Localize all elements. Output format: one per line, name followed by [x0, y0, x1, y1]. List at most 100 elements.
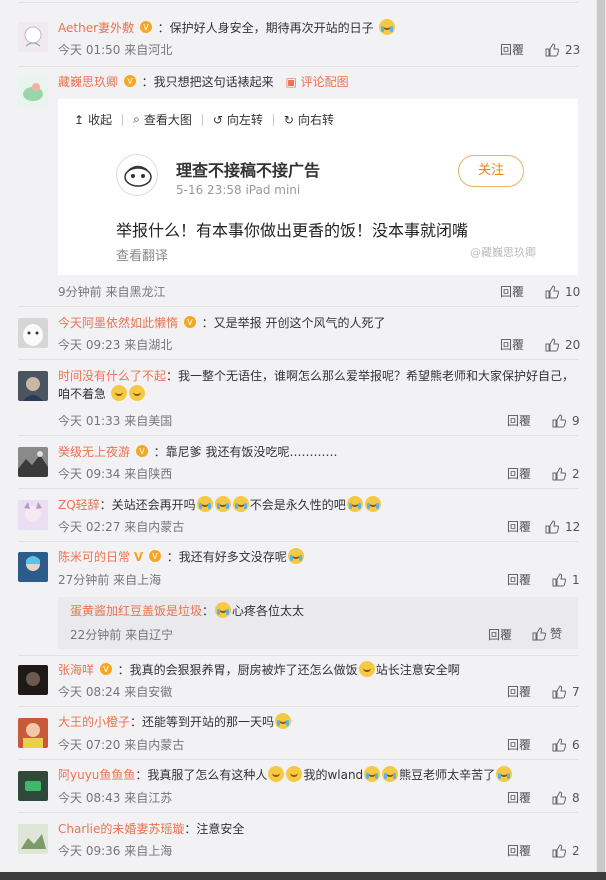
- comment-meta: 今天 01:50 来自河北: [58, 43, 173, 57]
- thumbs-up-icon: [532, 626, 546, 640]
- username-link[interactable]: 蛋黄酱加红豆盖饭是垃圾: [70, 604, 202, 618]
- like-button[interactable]: 1: [552, 572, 580, 588]
- like-button[interactable]: 2: [552, 843, 580, 859]
- sub-reply-body: ：: [202, 604, 215, 618]
- username-link[interactable]: 今天阿墨依然如此懒惰: [58, 316, 178, 330]
- comment-body: ：我只想把这句话裱起来: [141, 75, 274, 89]
- like-count: 12: [565, 520, 581, 534]
- reply-button[interactable]: 回覆: [507, 413, 531, 429]
- avatar[interactable]: [18, 318, 48, 348]
- like-count: 2: [572, 844, 580, 858]
- divider: [18, 488, 578, 489]
- reply-button[interactable]: 回覆: [507, 737, 531, 753]
- username-link[interactable]: 癸级无上夜游: [58, 445, 130, 459]
- rotate-left-button[interactable]: ↺ 向左转: [213, 111, 263, 128]
- crying-emoji-icon: [364, 496, 381, 512]
- like-button[interactable]: 10: [545, 284, 580, 300]
- reply-button[interactable]: 回覆: [507, 684, 531, 700]
- comment-body: ：注意安全: [184, 822, 245, 836]
- comment-meta: 27分钟前 来自上海: [58, 573, 162, 587]
- thumbs-up-icon: [552, 738, 566, 752]
- avatar[interactable]: [18, 771, 48, 801]
- divider: [18, 2, 578, 3]
- reply-button[interactable]: 回覆: [500, 337, 524, 353]
- crying-emoji-icon: [346, 496, 363, 512]
- like-count: 6: [572, 738, 580, 752]
- reply-button[interactable]: 回覆: [507, 790, 531, 806]
- like-count: 8: [572, 791, 580, 805]
- username-link[interactable]: 张海咩: [58, 663, 94, 677]
- thumbs-up-icon: [552, 573, 566, 587]
- verified-v-icon: V: [133, 550, 144, 564]
- view-large-button[interactable]: ⌕ 查看大图: [133, 111, 192, 128]
- crying-emoji-icon: [287, 548, 304, 564]
- reply-button[interactable]: 回覆: [507, 519, 531, 535]
- reply-button[interactable]: 回覆: [500, 42, 524, 58]
- image-icon: ▣: [285, 75, 301, 89]
- svg-text:V: V: [127, 77, 133, 86]
- avatar[interactable]: [18, 371, 48, 401]
- svg-text:V: V: [103, 665, 109, 674]
- username-link[interactable]: 阿yuyu鱼鱼鱼: [58, 768, 135, 782]
- username-link[interactable]: 大王的小橙子: [58, 715, 130, 729]
- reply-button[interactable]: 回覆: [507, 572, 531, 588]
- image-toolbar: ↥ 收起 ⌕ 查看大图 ↺ 向左转 ↻ 向右转: [74, 111, 334, 128]
- avatar[interactable]: [18, 552, 48, 582]
- comment-text: ZQ轻辞：关站还会再开吗 不会是永久性的吧: [58, 496, 576, 514]
- comment-text: 陈米可的日常 V V ：我还有好多文没存呢: [58, 548, 576, 566]
- translate-link: 查看翻译: [116, 249, 169, 264]
- like-count: 1: [572, 573, 580, 587]
- hug-emoji-icon: [128, 385, 145, 401]
- avatar[interactable]: [18, 824, 48, 854]
- avatar[interactable]: [18, 500, 48, 530]
- reply-button[interactable]: 回覆: [500, 284, 524, 300]
- divider: [18, 541, 578, 542]
- avatar[interactable]: [18, 77, 48, 107]
- username-link[interactable]: Charlie的未婚妻苏瑶璇: [58, 822, 184, 836]
- avatar[interactable]: [18, 665, 48, 695]
- like-button[interactable]: 12: [545, 519, 580, 535]
- like-button[interactable]: 23: [545, 42, 580, 58]
- reply-button[interactable]: 回覆: [488, 626, 512, 643]
- like-button[interactable]: 7: [552, 684, 580, 700]
- svg-text:V: V: [139, 447, 145, 456]
- dizzy-emoji-icon: [268, 766, 285, 782]
- divider: [18, 706, 578, 707]
- thumbs-up-icon: [552, 791, 566, 805]
- image-preview-card: ↥ 收起 ⌕ 查看大图 ↺ 向左转 ↻ 向右转 理查不接稿不接广告 5-16 23:58…: [58, 99, 578, 275]
- vip-badge-icon: V: [148, 550, 161, 562]
- comment-text: 今天阿墨依然如此懒惰 V ：又是举报 开创这个风气的人死了: [58, 314, 576, 332]
- comment-image-link[interactable]: ▣ 评论配图: [286, 75, 349, 89]
- like-button[interactable]: 6: [552, 737, 580, 753]
- comment-meta: 今天 01:33 来自美国: [58, 414, 173, 428]
- username-link[interactable]: Aether妻外敷: [58, 21, 134, 35]
- comment-body: ：我真服了怎么有这种人: [135, 768, 268, 782]
- divider: [122, 113, 124, 126]
- comment-body-cont: 站长注意安全啊: [375, 663, 460, 677]
- like-button[interactable]: 8: [552, 790, 580, 806]
- sub-reply-body-cont: 心疼各位太太: [232, 604, 305, 618]
- divider: [272, 113, 274, 126]
- comment-meta: 今天 07:20 来自内蒙古: [58, 738, 185, 752]
- vip-badge-icon: V: [183, 316, 196, 328]
- avatar[interactable]: [18, 22, 48, 52]
- rotate-right-button[interactable]: ↻ 向右转: [284, 111, 334, 128]
- collapse-button[interactable]: ↥ 收起: [74, 111, 112, 128]
- like-button[interactable]: 20: [545, 337, 580, 353]
- comment-meta: 今天 09:34 来自陕西: [58, 467, 173, 481]
- reply-button[interactable]: 回覆: [507, 843, 531, 859]
- comment-body: ：靠尼爹 我还有饭没吃呢…………: [153, 445, 338, 459]
- username-link[interactable]: 时间没有什么了不起: [58, 369, 166, 383]
- like-button[interactable]: 赞: [532, 625, 562, 642]
- username-link[interactable]: ZQ轻辞: [58, 498, 100, 512]
- like-button[interactable]: 2: [552, 466, 580, 482]
- reply-button[interactable]: 回覆: [507, 466, 531, 482]
- post-meta: 5-16 23:58 iPad mini: [176, 183, 301, 197]
- username-link[interactable]: 藏巍思玖卿: [58, 75, 118, 89]
- username-link[interactable]: 陈米可的日常: [58, 550, 130, 564]
- scrollbar-thumb[interactable]: [597, 0, 605, 872]
- like-button[interactable]: 9: [552, 413, 580, 429]
- avatar[interactable]: [18, 718, 48, 748]
- comment-body-cont: 咱不着急: [58, 387, 107, 401]
- avatar[interactable]: [18, 447, 48, 477]
